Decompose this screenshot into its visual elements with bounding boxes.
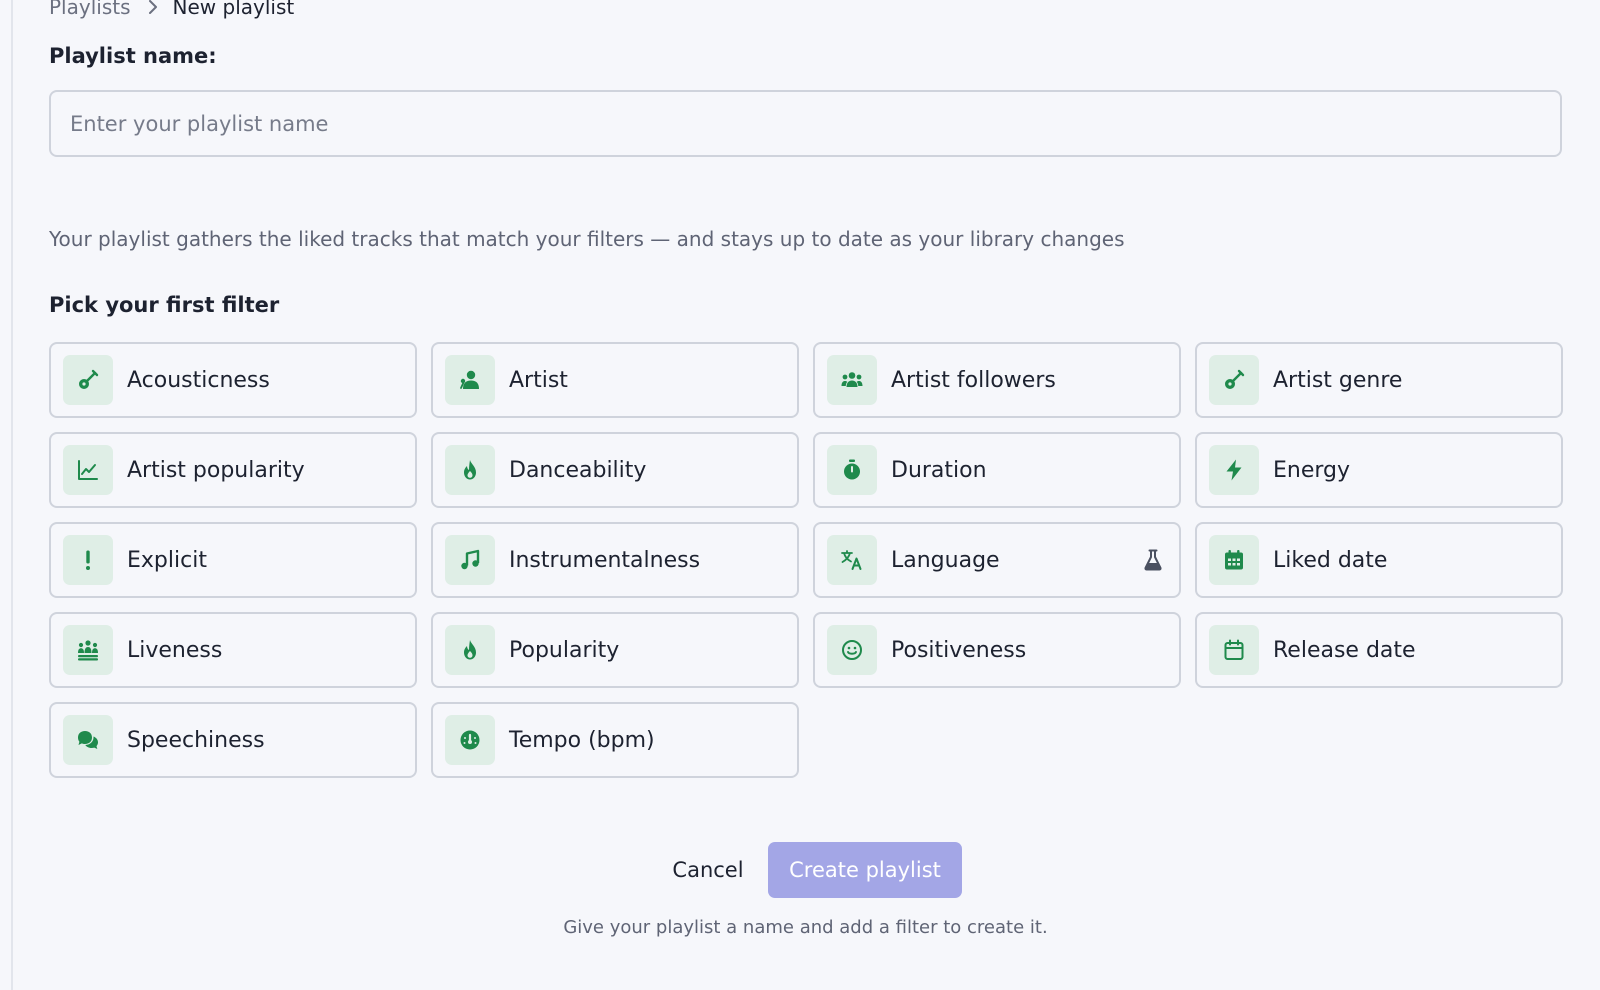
- breadcrumb-playlists-link[interactable]: Playlists: [49, 0, 131, 19]
- filter-card-language[interactable]: Language: [813, 522, 1181, 598]
- filter-label: Tempo (bpm): [509, 727, 655, 753]
- filter-card-popularity[interactable]: Popularity: [431, 612, 799, 688]
- filters-heading: Pick your first filter: [49, 293, 280, 317]
- filter-card-liked-date[interactable]: Liked date: [1195, 522, 1563, 598]
- filter-card-artist-genre[interactable]: Artist genre: [1195, 342, 1563, 418]
- left-divider: [11, 0, 13, 990]
- filter-label: Speechiness: [127, 727, 265, 753]
- filter-label: Artist: [509, 367, 568, 393]
- exclamation-icon: [63, 535, 113, 585]
- filter-label: Acousticness: [127, 367, 270, 393]
- cancel-button[interactable]: Cancel: [663, 842, 753, 898]
- filter-card-liveness[interactable]: Liveness: [49, 612, 417, 688]
- playlist-name-input[interactable]: [49, 90, 1562, 157]
- form-actions: Cancel Create playlist: [49, 842, 1562, 898]
- filter-card-tempo[interactable]: Tempo (bpm): [431, 702, 799, 778]
- filter-card-artist-followers[interactable]: Artist followers: [813, 342, 1181, 418]
- create-hint: Give your playlist a name and add a filt…: [563, 917, 1048, 938]
- fire-icon: [445, 625, 495, 675]
- breadcrumb-current: New playlist: [172, 0, 295, 19]
- filter-card-energy[interactable]: Energy: [1195, 432, 1563, 508]
- users-icon: [827, 355, 877, 405]
- filter-label: Danceability: [509, 457, 647, 483]
- filter-label: Popularity: [509, 637, 620, 663]
- fire-icon: [445, 445, 495, 495]
- line-chart-icon: [63, 445, 113, 495]
- translate-icon: [827, 535, 877, 585]
- filter-label: Explicit: [127, 547, 207, 573]
- flask-icon: [1141, 548, 1165, 572]
- filter-label: Artist popularity: [127, 457, 305, 483]
- filter-label: Artist followers: [891, 367, 1056, 393]
- breadcrumb: Playlists New playlist: [49, 0, 294, 20]
- filter-label: Artist genre: [1273, 367, 1403, 393]
- guitar-icon: [1209, 355, 1259, 405]
- user-mic-icon: [445, 355, 495, 405]
- chevron-right-icon: [147, 0, 159, 14]
- filter-card-speechiness[interactable]: Speechiness: [49, 702, 417, 778]
- filter-card-positiveness[interactable]: Positiveness: [813, 612, 1181, 688]
- filter-label: Liveness: [127, 637, 223, 663]
- calendar-outline-icon: [1209, 625, 1259, 675]
- filter-card-artist[interactable]: Artist: [431, 342, 799, 418]
- filter-card-duration[interactable]: Duration: [813, 432, 1181, 508]
- playlist-description: Your playlist gathers the liked tracks t…: [49, 227, 1125, 251]
- playlist-name-label: Playlist name:: [49, 44, 217, 68]
- calendar-filled-icon: [1209, 535, 1259, 585]
- filter-card-explicit[interactable]: Explicit: [49, 522, 417, 598]
- chat-bubbles-icon: [63, 715, 113, 765]
- filter-card-artist-popularity[interactable]: Artist popularity: [49, 432, 417, 508]
- filter-label: Release date: [1273, 637, 1416, 663]
- crowd-icon: [63, 625, 113, 675]
- filter-card-release-date[interactable]: Release date: [1195, 612, 1563, 688]
- filter-grid: Acousticness Artist Artist followers Art…: [49, 342, 1563, 778]
- filter-card-danceability[interactable]: Danceability: [431, 432, 799, 508]
- filter-card-acousticness[interactable]: Acousticness: [49, 342, 417, 418]
- filter-label: Positiveness: [891, 637, 1027, 663]
- filter-label: Duration: [891, 457, 987, 483]
- bolt-icon: [1209, 445, 1259, 495]
- filter-card-instrumentalness[interactable]: Instrumentalness: [431, 522, 799, 598]
- filter-label: Language: [891, 547, 1000, 573]
- filter-label: Energy: [1273, 457, 1351, 483]
- filter-label: Liked date: [1273, 547, 1388, 573]
- music-note-icon: [445, 535, 495, 585]
- gauge-icon: [445, 715, 495, 765]
- stopwatch-icon: [827, 445, 877, 495]
- create-playlist-button[interactable]: Create playlist: [768, 842, 962, 898]
- smile-icon: [827, 625, 877, 675]
- guitar-icon: [63, 355, 113, 405]
- filter-label: Instrumentalness: [509, 547, 701, 573]
